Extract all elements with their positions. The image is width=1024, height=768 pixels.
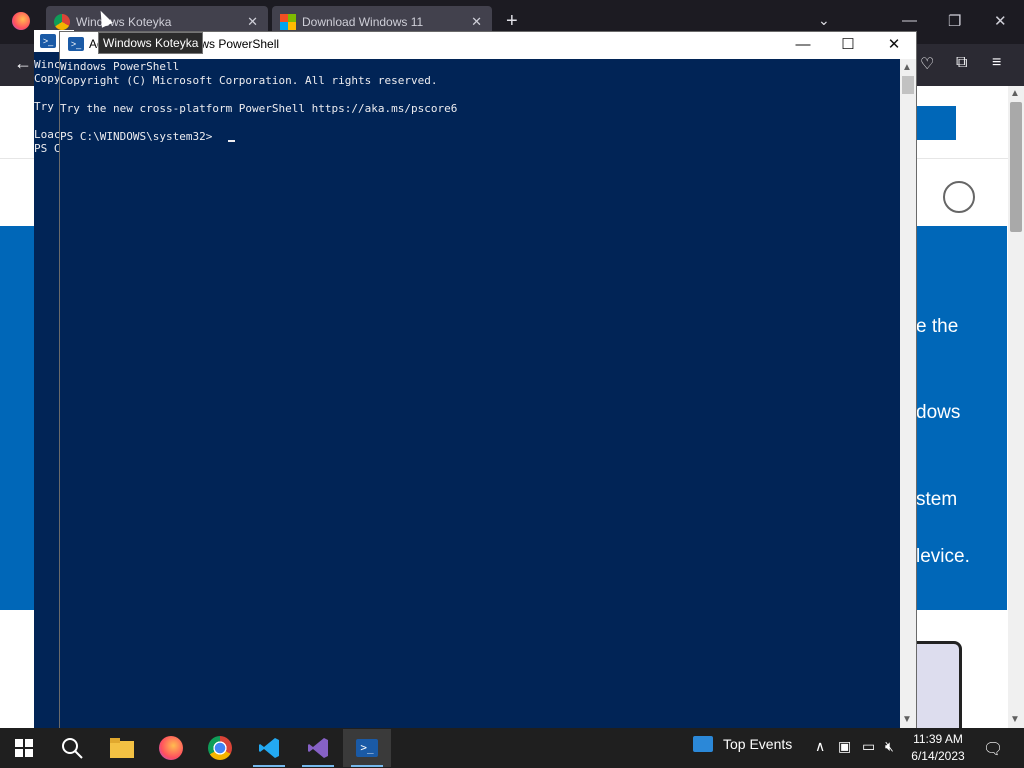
pocket-icon[interactable]: ♡ <box>920 54 934 74</box>
console-line: Try <box>34 100 54 113</box>
taskbar-firefox[interactable] <box>147 729 195 767</box>
system-clock[interactable]: 11:39 AM 6/14/2023 <box>905 731 971 765</box>
browser-close-icon[interactable]: ✕ <box>994 12 1007 30</box>
hero-text: e the <box>916 316 959 337</box>
running-indicator <box>253 765 285 767</box>
volume-icon[interactable]: 🔇︎ <box>885 738 894 755</box>
firefox-icon <box>159 736 183 760</box>
hamburger-menu-icon[interactable]: ≡ <box>992 54 1001 72</box>
powershell-icon: >_ <box>40 34 56 48</box>
browser-minimize-icon[interactable]: — <box>902 12 917 29</box>
notifications-icon[interactable]: 🗨︎ <box>983 739 1003 759</box>
search-button[interactable] <box>48 729 96 767</box>
running-indicator <box>351 765 383 767</box>
taskbar-chrome[interactable] <box>196 729 244 767</box>
list-all-tabs-icon[interactable]: ⌄ <box>818 12 830 29</box>
show-hidden-icons-icon[interactable]: ∧ <box>815 738 825 755</box>
powershell-icon: >_ <box>68 37 84 51</box>
news-icon <box>693 736 713 752</box>
clock-time: 11:39 AM <box>913 732 963 746</box>
new-tab-icon[interactable]: + <box>506 10 518 33</box>
firefox-menu-icon[interactable] <box>12 12 30 30</box>
browser-restore-icon[interactable]: ❐ <box>948 12 961 30</box>
page-scrollbar-thumb[interactable] <box>1010 102 1022 232</box>
taskbar-visual-studio[interactable] <box>294 729 342 767</box>
text-cursor <box>228 140 235 142</box>
powershell-icon: >_ <box>356 739 378 757</box>
news-widget-label: Top Events <box>723 736 793 752</box>
tab-label: Windows Koteyka <box>76 15 172 29</box>
hero-text: stem <box>916 489 958 510</box>
microsoft-favicon-icon <box>280 14 296 30</box>
tab-tooltip: Windows Koteyka <box>98 32 204 54</box>
console-line: PS C <box>34 142 60 155</box>
news-widget[interactable]: Top Events <box>693 736 792 752</box>
console-scrollbar[interactable] <box>900 59 916 730</box>
console-line: Copy <box>34 72 60 85</box>
hero-text: dows <box>916 402 961 423</box>
minimize-icon[interactable]: — <box>780 32 826 59</box>
folder-icon <box>110 738 134 758</box>
tab-label: Download Windows 11 <box>302 15 424 29</box>
console-line: Loac <box>34 128 60 141</box>
running-indicator <box>302 765 334 767</box>
taskbar-powershell[interactable]: >_ <box>343 729 391 767</box>
chrome-icon <box>208 736 232 760</box>
windows-logo-icon <box>15 739 33 757</box>
tray-app-icon[interactable]: ▣ <box>838 738 851 755</box>
taskbar-file-explorer[interactable] <box>98 729 146 767</box>
taskbar-vscode[interactable] <box>245 729 293 767</box>
clock-date: 6/14/2023 <box>911 749 965 763</box>
account-avatar-icon[interactable] <box>943 181 975 213</box>
maximize-icon[interactable]: ☐ <box>825 32 871 59</box>
console-prompt: PS C:\WINDOWS\system32> <box>60 130 219 143</box>
laptop-image <box>916 641 962 731</box>
network-icon[interactable]: ▭ <box>862 738 875 755</box>
scroll-up-icon[interactable]: ▲ <box>902 62 912 73</box>
scroll-down-icon[interactable]: ▼ <box>1010 714 1020 725</box>
scroll-up-icon[interactable]: ▲ <box>1010 88 1020 99</box>
console-line: Try the new cross-platform PowerShell ht… <box>60 102 458 115</box>
search-icon <box>62 738 83 759</box>
console-line: Copyright (C) Microsoft Corporation. All… <box>60 74 438 87</box>
console-scrollbar-thumb[interactable] <box>902 76 914 94</box>
console-line: Windows PowerShell <box>60 60 180 73</box>
close-icon[interactable]: ✕ <box>871 32 917 59</box>
console-output[interactable] <box>60 59 900 729</box>
scroll-down-icon[interactable]: ▼ <box>902 714 912 725</box>
hero-text: levice. <box>916 546 970 567</box>
visual-studio-icon <box>308 738 328 758</box>
extensions-icon[interactable]: ⧉ <box>956 54 967 72</box>
vscode-icon <box>259 738 279 758</box>
back-arrow-icon[interactable]: ← <box>14 53 32 74</box>
chrome-favicon-icon <box>54 14 70 30</box>
start-button[interactable] <box>0 729 48 767</box>
console-line: Winc <box>34 58 60 71</box>
